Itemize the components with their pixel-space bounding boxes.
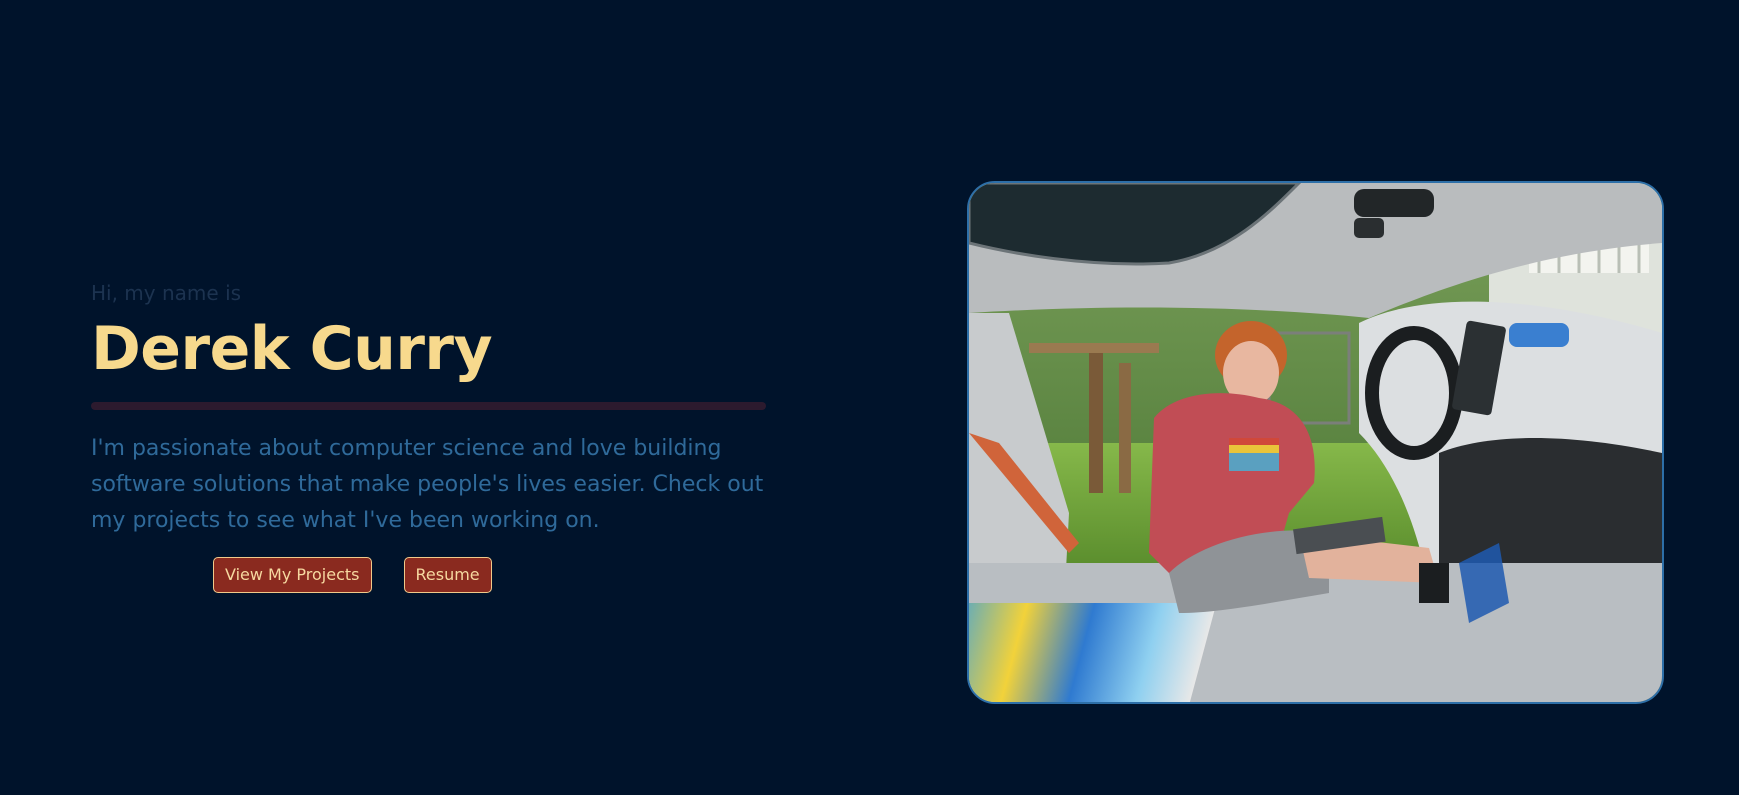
greeting-text: Hi, my name is (91, 281, 242, 305)
hero-actions: View My Projects Resume (213, 557, 492, 593)
profile-photo-illustration (969, 183, 1662, 702)
profile-photo (967, 181, 1664, 704)
view-projects-button[interactable]: View My Projects (213, 557, 372, 593)
intro-block: Hi, my name is Derek Curry I'm passionat… (91, 276, 766, 539)
heading-divider (91, 402, 766, 410)
resume-button[interactable]: Resume (403, 557, 492, 593)
bio-text: I'm passionate about computer science an… (91, 436, 764, 533)
hero-section: Hi, my name is Derek Curry I'm passionat… (0, 0, 1739, 795)
name-heading: Derek Curry (91, 314, 493, 384)
